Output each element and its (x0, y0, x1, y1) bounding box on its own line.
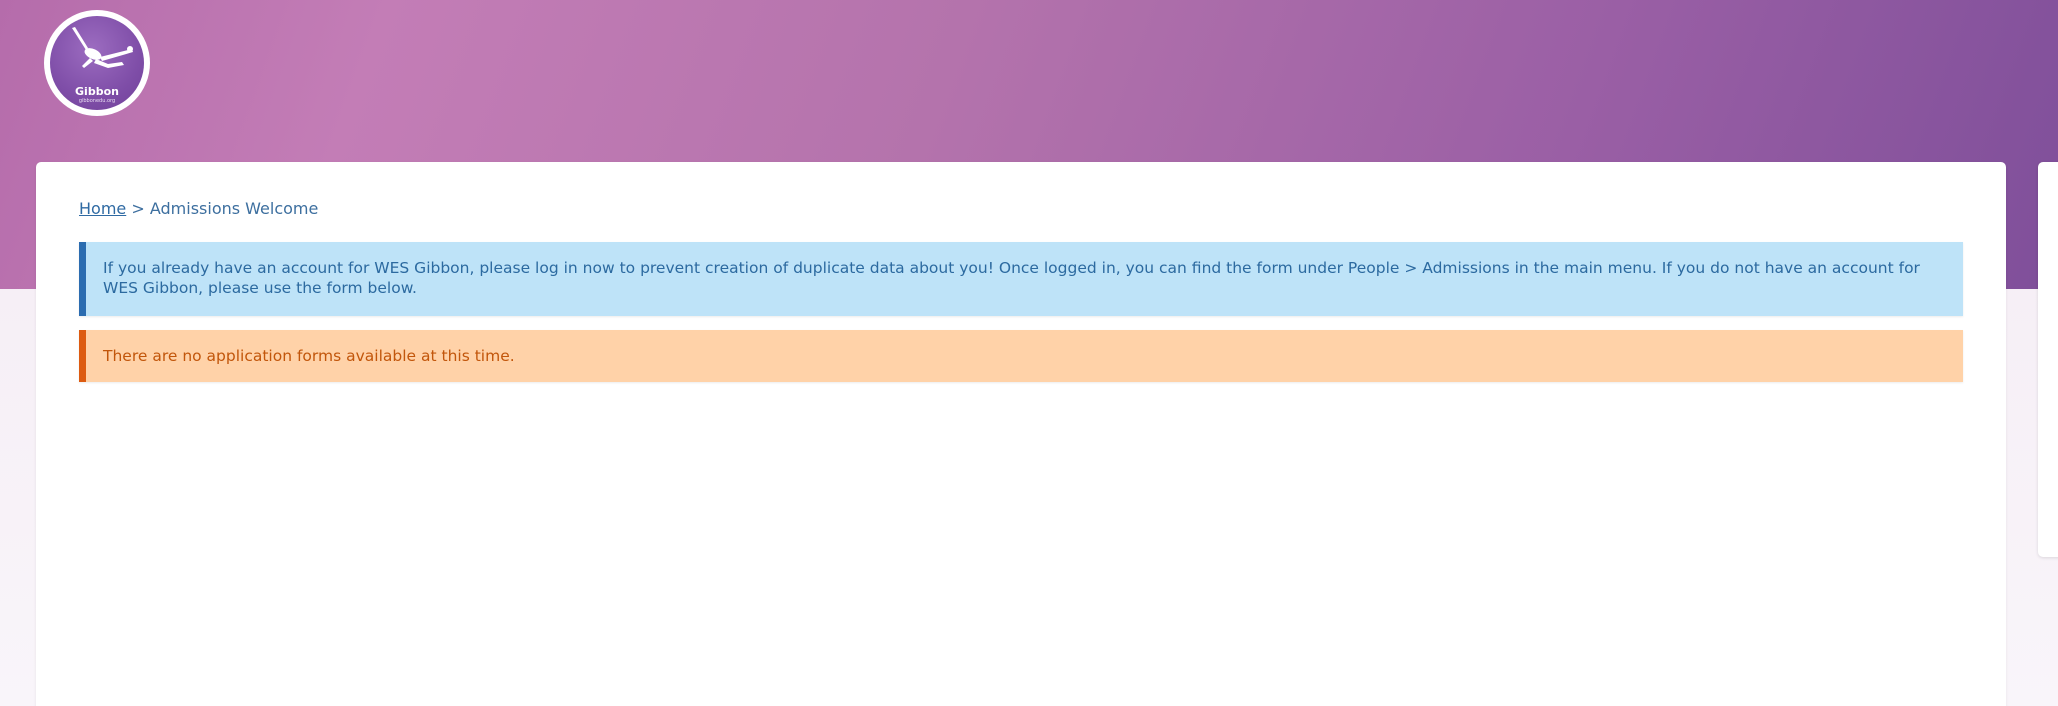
breadcrumb: Home > Admissions Welcome (79, 199, 318, 218)
breadcrumb-home-link[interactable]: Home (79, 199, 126, 218)
breadcrumb-separator: > (131, 199, 150, 218)
info-alert: If you already have an account for WES G… (79, 242, 1963, 316)
breadcrumb-current: Admissions Welcome (149, 199, 319, 218)
logo-name: Gibbon (75, 85, 119, 98)
sidebar-card (2038, 162, 2058, 557)
logo-tagline: gibbonedu.org (78, 98, 116, 104)
gibbon-logo[interactable]: Gibbon gibbonedu.org (44, 10, 150, 116)
main-content-card: Home > Admissions Welcome If you already… (36, 162, 2006, 706)
logo-badge: Gibbon gibbonedu.org (50, 16, 144, 110)
warning-alert: There are no application forms available… (79, 330, 1963, 382)
